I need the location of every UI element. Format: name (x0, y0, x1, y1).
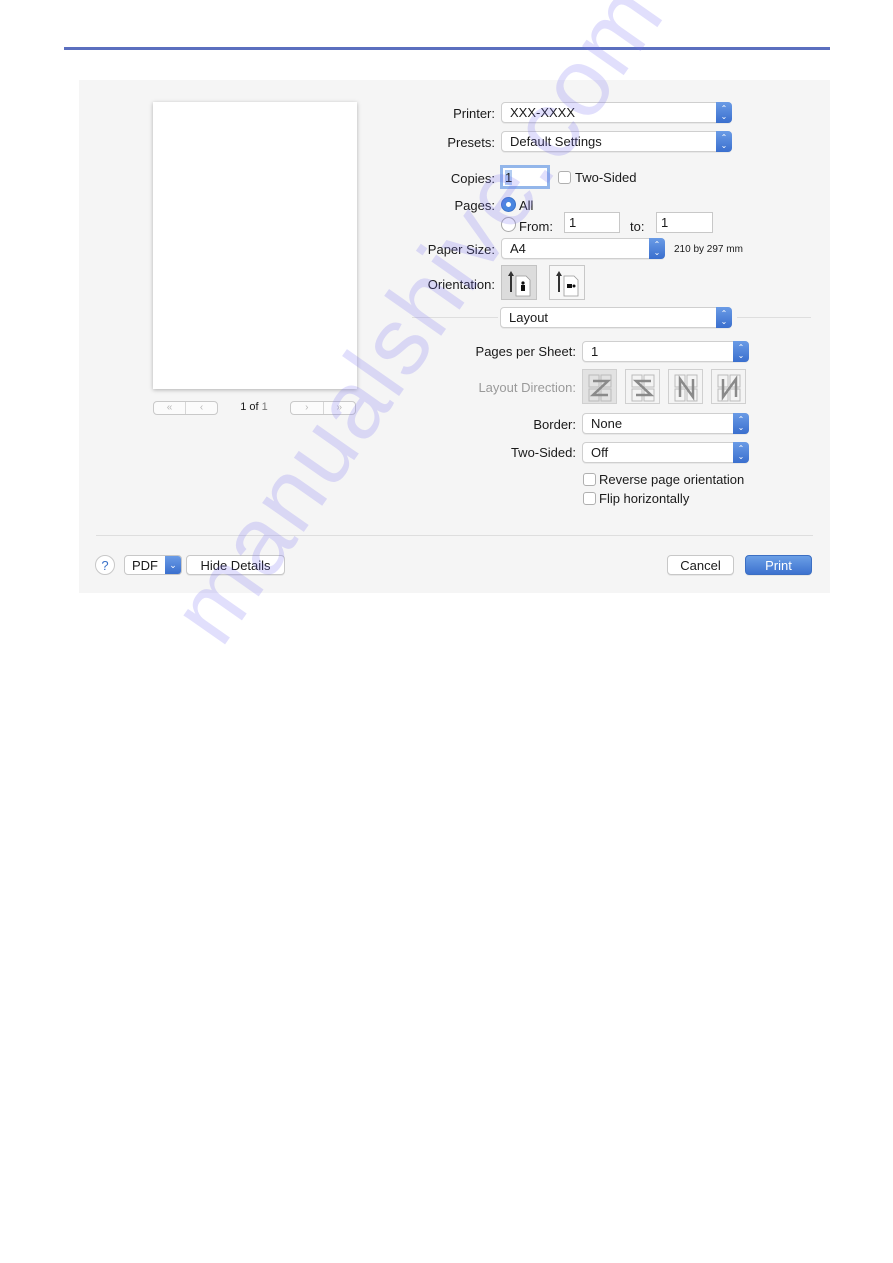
presets-select[interactable]: Default Settings ⌃ ⌄ (501, 131, 732, 152)
printer-select[interactable]: XXX-XXXX ⌃ ⌄ (501, 102, 732, 123)
layout-direction-reverse-z-button[interactable] (625, 369, 660, 404)
paper-size-label: Paper Size: (427, 242, 495, 257)
page-counter-total: 1 (261, 401, 268, 413)
print-preview-page (153, 102, 357, 389)
next-page-icon[interactable]: › (291, 402, 323, 414)
two-sided-label: Two-Sided: (510, 445, 576, 460)
printer-label: Printer: (453, 106, 495, 121)
paper-dimensions: 210 by 297 mm (674, 244, 743, 255)
stepper-icon: ⌃ ⌄ (733, 442, 749, 463)
portrait-orientation-icon (508, 271, 531, 297)
pages-per-sheet-label: Pages per Sheet: (475, 344, 576, 359)
help-button[interactable]: ? (95, 555, 115, 575)
copies-label: Copies: (450, 171, 495, 186)
orientation-landscape-button[interactable] (549, 265, 585, 300)
copies-value: 1 (505, 169, 513, 185)
paper-size-select[interactable]: A4 ⌃ ⌄ (501, 238, 665, 259)
orientation-portrait-button[interactable] (501, 265, 537, 300)
first-page-icon[interactable]: « (154, 402, 185, 414)
layout-direction-label: Layout Direction: (478, 380, 576, 395)
pages-to-value: 1 (661, 215, 669, 230)
two-sided-checkbox[interactable] (558, 171, 571, 184)
print-dialog: « ‹ 1 of 1 › » Printer: XXX-XXXX ⌃ ⌄ Pres… (79, 80, 830, 593)
layout-direction-z-button[interactable] (582, 369, 617, 404)
flip-horizontally-label: Flip horizontally (599, 491, 690, 506)
section-divider-right (737, 317, 811, 318)
page-counter-current: 1 of (240, 401, 259, 413)
pdf-label: PDF (132, 557, 158, 573)
reverse-page-orientation-label: Reverse page orientation (599, 472, 745, 487)
pages-per-sheet-value: 1 (591, 344, 599, 359)
section-menu-select[interactable]: Layout ⌃ ⌄ (500, 307, 732, 328)
z-order-icon (588, 374, 612, 402)
help-icon: ? (101, 557, 109, 573)
orientation-label: Orientation: (427, 277, 495, 292)
pager-forward-group: › » (290, 401, 356, 415)
pager-back-group: « ‹ (153, 401, 218, 415)
border-value: None (591, 416, 623, 431)
copies-input[interactable]: 1 (500, 165, 550, 189)
n-order-right-icon (717, 374, 741, 402)
reverse-page-orientation-checkbox[interactable] (583, 473, 596, 486)
pages-all-radio[interactable] (501, 197, 516, 212)
pages-from-value: 1 (569, 215, 577, 230)
border-label: Border: (533, 417, 576, 432)
stepper-icon: ⌃ ⌄ (733, 341, 749, 362)
page-counter: 1 of 1 (219, 401, 289, 413)
printer-value: XXX-XXXX (510, 105, 576, 120)
pages-to-label: to: (630, 219, 645, 234)
pdf-menu-button[interactable]: PDF ⌄ (124, 555, 182, 575)
section-menu-value: Layout (509, 310, 549, 325)
previous-page-icon[interactable]: ‹ (185, 402, 217, 414)
print-button[interactable]: Print (745, 555, 812, 575)
border-select[interactable]: None ⌃ ⌄ (582, 413, 749, 434)
cancel-button[interactable]: Cancel (667, 555, 734, 575)
header-rule (64, 47, 830, 50)
pages-to-input[interactable]: 1 (656, 212, 713, 233)
stepper-icon: ⌃ ⌄ (716, 307, 732, 328)
layout-direction-n-right-button[interactable] (711, 369, 746, 404)
last-page-icon[interactable]: » (322, 402, 356, 414)
stepper-icon: ⌃ ⌄ (649, 238, 665, 259)
pages-all-label: All (519, 198, 534, 213)
paper-size-value: A4 (510, 241, 526, 256)
stepper-icon: ⌃ ⌄ (716, 131, 732, 152)
presets-label: Presets: (447, 135, 495, 150)
landscape-orientation-icon (556, 271, 579, 297)
stepper-icon: ⌃ ⌄ (716, 102, 732, 123)
pages-from-label: From: (519, 219, 553, 234)
footer-divider (96, 535, 813, 536)
pages-from-radio[interactable] (501, 217, 516, 232)
pages-label: Pages: (454, 198, 495, 213)
pages-from-input[interactable]: 1 (564, 212, 620, 233)
chevron-down-icon: ⌄ (165, 556, 181, 574)
two-sided-value: Off (591, 445, 609, 460)
section-divider-left (412, 317, 498, 318)
two-sided-checkbox-label: Two-Sided (575, 170, 637, 185)
n-order-left-icon (674, 374, 698, 402)
two-sided-select[interactable]: Off ⌃ ⌄ (582, 442, 749, 463)
layout-direction-n-left-button[interactable] (668, 369, 703, 404)
flip-horizontally-checkbox[interactable] (583, 492, 596, 505)
presets-value: Default Settings (510, 134, 602, 149)
hide-details-button[interactable]: Hide Details (186, 555, 285, 575)
reverse-z-order-icon (631, 374, 655, 402)
pages-per-sheet-select[interactable]: 1 ⌃ ⌄ (582, 341, 749, 362)
stepper-icon: ⌃ ⌄ (733, 413, 749, 434)
